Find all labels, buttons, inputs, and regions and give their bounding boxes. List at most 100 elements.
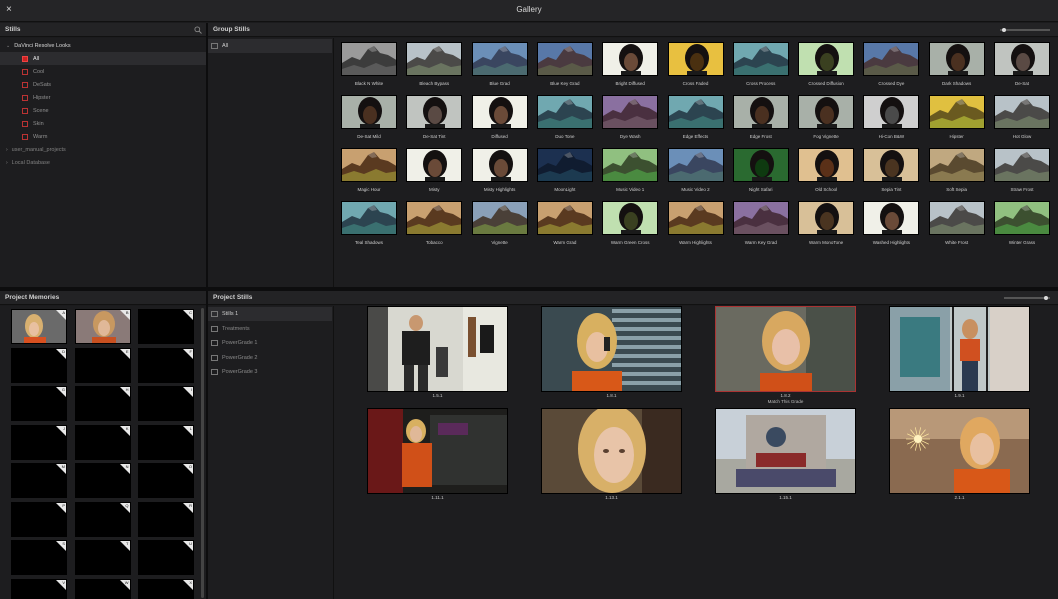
look-thumbnail[interactable]: Night Safari [732, 148, 789, 192]
look-image[interactable] [732, 201, 789, 235]
memory-slot[interactable]: S [11, 540, 67, 575]
still-thumbnail[interactable]: 2.1.1 [889, 408, 1030, 505]
still-thumbnail[interactable]: 1.15.1 [715, 408, 856, 505]
tree-item[interactable]: Skin [0, 117, 206, 130]
look-thumbnail[interactable]: Bleach Bypass [406, 42, 463, 86]
look-thumbnail[interactable]: Vignette [471, 201, 528, 245]
look-image[interactable] [602, 42, 659, 76]
look-image[interactable] [732, 148, 789, 182]
still-thumbnail[interactable]: 1.11.1 [367, 408, 508, 505]
memory-slot[interactable]: H [74, 386, 131, 421]
look-thumbnail[interactable]: De-Sat Tint [406, 95, 463, 139]
album-item[interactable]: PowerGrade 2 [208, 351, 332, 365]
look-image[interactable] [602, 201, 659, 235]
look-image[interactable] [406, 201, 463, 235]
look-image[interactable] [667, 201, 724, 235]
tree-item[interactable]: All [0, 52, 206, 65]
memory-slot[interactable]: W [74, 578, 131, 599]
look-image[interactable] [863, 201, 920, 235]
still-image[interactable] [541, 408, 682, 494]
look-image[interactable] [471, 148, 528, 182]
look-image[interactable] [341, 201, 397, 235]
look-image[interactable] [406, 95, 463, 129]
tree-item[interactable]: ⌄ DaVinci Resolve Looks [0, 39, 206, 52]
look-thumbnail[interactable]: Warm Green Cross [602, 201, 659, 245]
album-item[interactable]: PowerGrade 1 [208, 336, 332, 350]
look-thumbnail[interactable]: De-Sat [994, 42, 1050, 86]
look-thumbnail[interactable]: Crossed Dye [863, 42, 920, 86]
look-image[interactable] [471, 42, 528, 76]
look-image[interactable] [798, 95, 855, 129]
memory-slot[interactable]: I [138, 386, 194, 421]
look-thumbnail[interactable]: Winter Grass [994, 201, 1050, 245]
look-thumbnail[interactable]: Warm MonoTone [798, 201, 855, 245]
look-thumbnail[interactable]: Warm Grad [536, 201, 593, 245]
still-image[interactable] [541, 306, 682, 392]
still-thumbnail[interactable]: 1.13.1 [541, 408, 682, 505]
look-thumbnail[interactable]: Tobacco [406, 201, 463, 245]
memory-slot[interactable]: D [11, 347, 67, 383]
look-image[interactable] [798, 148, 855, 182]
look-thumbnail[interactable]: Hi-Con B&W [863, 95, 920, 139]
look-thumbnail[interactable]: Old School [798, 148, 855, 192]
look-thumbnail[interactable]: Blue Key Grad [536, 42, 593, 86]
album-item[interactable]: PowerGrade 3 [208, 365, 332, 379]
tree-item[interactable]: › Local Database [0, 156, 206, 169]
look-image[interactable] [798, 201, 855, 235]
look-image[interactable] [471, 95, 528, 129]
memory-slot[interactable]: M [11, 463, 67, 498]
look-thumbnail[interactable]: Edge Effects [667, 95, 724, 139]
look-image[interactable] [602, 148, 659, 182]
look-image[interactable] [536, 42, 593, 76]
look-thumbnail[interactable]: Diffused [471, 95, 528, 139]
look-image[interactable] [406, 42, 463, 76]
memory-slot[interactable]: E [74, 347, 131, 383]
look-image[interactable] [928, 95, 985, 129]
look-thumbnail[interactable]: Dark Shadows [928, 42, 985, 86]
memories-scrollbar[interactable] [201, 308, 204, 598]
look-thumbnail[interactable]: Teal Shadows [341, 201, 397, 245]
look-image[interactable] [536, 95, 593, 129]
look-image[interactable] [928, 201, 985, 235]
tree-item[interactable]: DeSats [0, 78, 206, 91]
look-thumbnail[interactable]: Sepia Tint [863, 148, 920, 192]
look-thumbnail[interactable]: Edge Frost [732, 95, 789, 139]
look-thumbnail[interactable]: Warm Highlights [667, 201, 724, 245]
still-thumbnail[interactable]: 1.8.1 [541, 306, 682, 403]
look-image[interactable] [863, 42, 920, 76]
look-image[interactable] [732, 95, 789, 129]
look-thumbnail[interactable]: Music Video 1 [602, 148, 659, 192]
look-image[interactable] [667, 148, 724, 182]
album-item[interactable]: Treatments [208, 322, 332, 336]
look-thumbnail[interactable]: Cross Process [732, 42, 789, 86]
album-item[interactable]: Stills 1 [208, 307, 332, 321]
look-thumbnail[interactable]: Magic Hour [341, 148, 397, 192]
memory-slot[interactable]: X [138, 578, 194, 599]
look-image[interactable] [994, 95, 1050, 129]
look-thumbnail[interactable]: De-Sat Mild [341, 95, 397, 139]
look-thumbnail[interactable]: Black N White [341, 42, 397, 86]
look-image[interactable] [341, 148, 397, 182]
look-thumbnail[interactable]: Crossed Diffusion [798, 42, 855, 86]
thumbnail-size-slider[interactable] [1000, 29, 1050, 31]
still-image[interactable] [715, 408, 856, 494]
still-thumbnail[interactable]: 1.5.1 [367, 306, 508, 403]
still-image[interactable] [367, 408, 508, 494]
look-thumbnail[interactable]: MoonLight [536, 148, 593, 192]
search-icon[interactable] [194, 26, 202, 34]
still-image[interactable] [889, 408, 1030, 494]
look-image[interactable] [406, 148, 463, 182]
look-image[interactable] [536, 148, 593, 182]
look-image[interactable] [798, 42, 855, 76]
memory-slot[interactable]: N [74, 463, 131, 498]
stills-size-slider-knob[interactable] [1044, 296, 1048, 300]
look-image[interactable] [732, 42, 789, 76]
look-thumbnail[interactable]: Misty [406, 148, 463, 192]
tree-item[interactable]: › user_manual_projects [0, 143, 206, 156]
look-image[interactable] [341, 42, 397, 76]
look-thumbnail[interactable]: Hot Glow [994, 95, 1050, 139]
look-thumbnail[interactable]: Soft Sepia [928, 148, 985, 192]
look-thumbnail[interactable]: Blue Grad [471, 42, 528, 86]
memory-slot[interactable]: T [74, 540, 131, 575]
look-thumbnail[interactable]: Duo Tone [536, 95, 593, 139]
